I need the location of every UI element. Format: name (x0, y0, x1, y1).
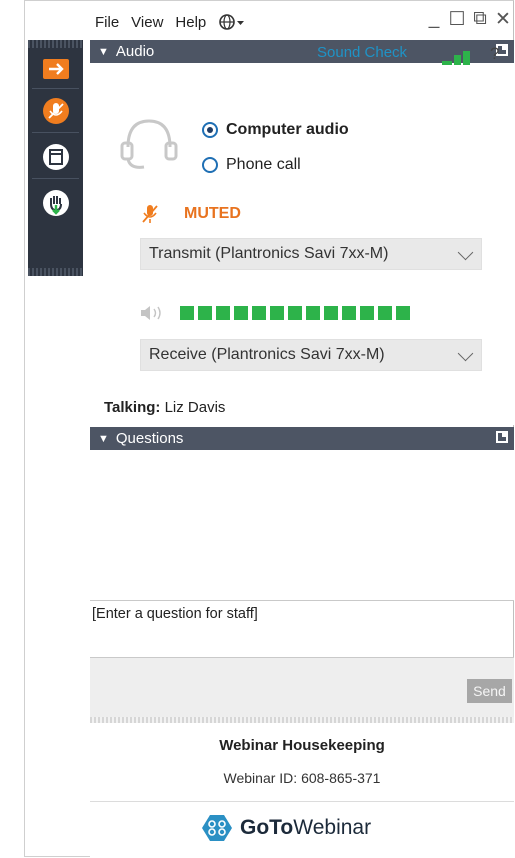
speaker-icon (140, 305, 172, 326)
radio-selected-icon[interactable] (202, 122, 218, 138)
send-area: Send (90, 658, 514, 718)
sidebar-divider (32, 88, 79, 89)
sidebar-bottom-grip (28, 268, 83, 276)
menu-bar: File View Help (95, 10, 258, 34)
restore-button[interactable]: ⧉ (470, 8, 490, 31)
talking-indicator: Talking: Liz Davis (104, 399, 225, 416)
phone-call-radio[interactable]: Phone call (202, 156, 301, 174)
talking-label: Talking: (104, 399, 161, 416)
level-block (324, 306, 338, 320)
mute-status[interactable]: MUTED (140, 203, 241, 225)
window-controls: _ ☐ ⧉ ✕ (424, 8, 513, 31)
globe-icon[interactable] (218, 13, 246, 31)
question-input[interactable]: [Enter a question for staff] (90, 600, 514, 658)
computer-audio-label: Computer audio (226, 121, 349, 138)
menu-file[interactable]: File (95, 14, 119, 31)
gotowebinar-logo: GoTo Webinar (200, 813, 371, 843)
footer-divider (90, 801, 514, 802)
level-block (234, 306, 248, 320)
level-block (180, 306, 194, 320)
talking-name: Liz Davis (164, 399, 226, 416)
chevron-down-icon (457, 244, 474, 261)
level-block (270, 306, 284, 320)
level-block (396, 306, 410, 320)
level-block (198, 306, 212, 320)
sound-check-link[interactable]: Sound Check (317, 44, 407, 61)
menu-view[interactable]: View (131, 14, 163, 31)
receive-device-select[interactable]: Receive (Plantronics Savi 7xx-M) (140, 339, 482, 371)
raise-hand-icon[interactable] (39, 186, 73, 220)
level-block (306, 306, 320, 320)
sidebar-divider (32, 132, 79, 133)
gotowebinar-logo-icon (202, 815, 232, 841)
computer-audio-radio[interactable]: Computer audio (202, 121, 349, 139)
webinar-title: Webinar Housekeeping (219, 737, 385, 754)
menu-help[interactable]: Help (175, 14, 206, 31)
collapse-triangle-icon[interactable]: ▼ (98, 46, 109, 58)
signal-strength-icon (442, 51, 470, 65)
phone-call-label: Phone call (226, 156, 301, 173)
level-block (378, 306, 392, 320)
audio-help-button[interactable]: ? (490, 44, 499, 64)
mic-muted-icon (142, 205, 158, 223)
question-placeholder: [Enter a question for staff] (92, 606, 258, 622)
sidebar-divider (32, 178, 79, 179)
screen-view-icon[interactable] (39, 140, 73, 174)
headset-icon (120, 115, 178, 176)
popout-icon[interactable] (496, 431, 508, 443)
minimize-button[interactable]: _ (424, 8, 444, 31)
questions-log (90, 450, 514, 600)
close-button[interactable]: ✕ (493, 8, 513, 31)
logo-webinar-text: Webinar (293, 816, 372, 839)
questions-panel-header[interactable]: ▼ Questions (90, 427, 514, 450)
logo-goto-text: GoTo (240, 816, 294, 839)
transmit-device-select[interactable]: Transmit (Plantronics Savi 7xx-M) (140, 238, 482, 270)
webinar-id: Webinar ID: 608-865-371 (223, 770, 381, 786)
footer: Webinar Housekeeping Webinar ID: 608-865… (90, 723, 514, 857)
level-block (360, 306, 374, 320)
muted-label: MUTED (184, 205, 241, 222)
send-button[interactable]: Send (467, 679, 512, 703)
transmit-device-value: Transmit (Plantronics Savi 7xx-M) (149, 245, 389, 262)
collapse-triangle-icon[interactable]: ▼ (98, 433, 109, 445)
maximize-button[interactable]: ☐ (447, 8, 467, 31)
level-block (252, 306, 266, 320)
level-block (288, 306, 302, 320)
audio-panel-title: Audio (115, 43, 155, 60)
side-toolbar (28, 40, 83, 276)
mic-muted-icon[interactable] (39, 94, 73, 128)
level-block (216, 306, 230, 320)
sidebar-top-grip (28, 40, 83, 48)
chevron-down-icon (457, 345, 474, 362)
level-block (342, 306, 356, 320)
radio-unselected-icon[interactable] (202, 157, 218, 173)
collapse-arrow-icon[interactable] (39, 52, 73, 86)
speaker-level-meter (180, 306, 410, 320)
receive-device-value: Receive (Plantronics Savi 7xx-M) (149, 346, 385, 363)
questions-panel-title: Questions (115, 430, 184, 447)
